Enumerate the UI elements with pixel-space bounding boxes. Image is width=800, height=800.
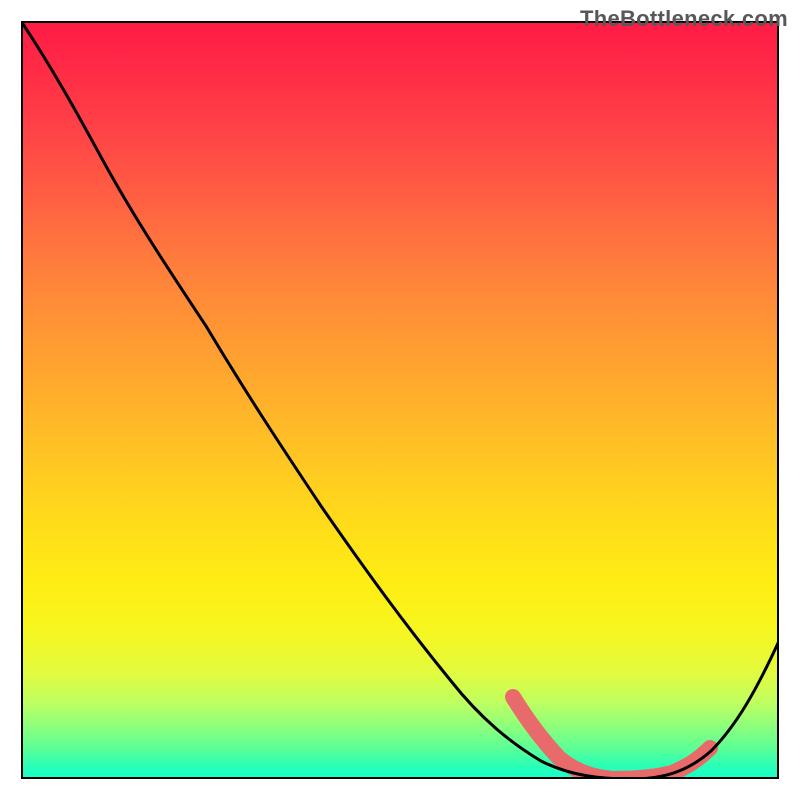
chart-container: TheBottleneck.com <box>0 0 800 800</box>
chart-background-gradient <box>21 21 779 779</box>
watermark-text: TheBottleneck.com <box>580 6 788 32</box>
